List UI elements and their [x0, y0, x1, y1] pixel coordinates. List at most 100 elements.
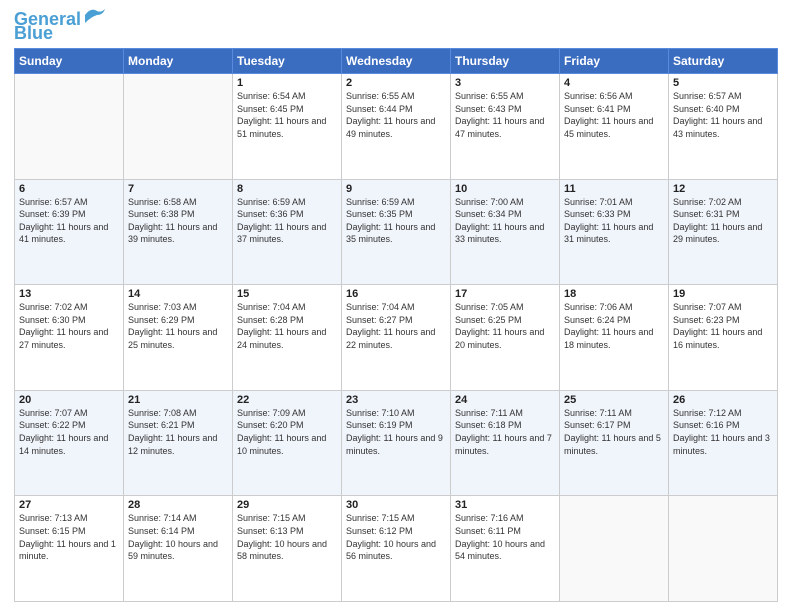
day-number: 12	[673, 183, 773, 195]
calendar-cell: 8Sunrise: 6:59 AM Sunset: 6:36 PM Daylig…	[233, 179, 342, 285]
calendar-cell	[15, 74, 124, 180]
logo-bird-icon	[83, 7, 105, 23]
header: General Blue	[14, 10, 778, 42]
day-info: Sunrise: 7:16 AM Sunset: 6:11 PM Dayligh…	[455, 512, 555, 562]
calendar-cell: 6Sunrise: 6:57 AM Sunset: 6:39 PM Daylig…	[15, 179, 124, 285]
calendar-cell: 5Sunrise: 6:57 AM Sunset: 6:40 PM Daylig…	[669, 74, 778, 180]
day-info: Sunrise: 7:04 AM Sunset: 6:28 PM Dayligh…	[237, 301, 337, 351]
day-number: 7	[128, 183, 228, 195]
day-info: Sunrise: 7:05 AM Sunset: 6:25 PM Dayligh…	[455, 301, 555, 351]
day-info: Sunrise: 7:15 AM Sunset: 6:13 PM Dayligh…	[237, 512, 337, 562]
calendar-header-wednesday: Wednesday	[342, 49, 451, 74]
logo-blue: Blue	[14, 24, 53, 42]
calendar-cell: 15Sunrise: 7:04 AM Sunset: 6:28 PM Dayli…	[233, 285, 342, 391]
calendar-cell: 25Sunrise: 7:11 AM Sunset: 6:17 PM Dayli…	[560, 390, 669, 496]
calendar-header-monday: Monday	[124, 49, 233, 74]
day-number: 21	[128, 394, 228, 406]
day-info: Sunrise: 7:00 AM Sunset: 6:34 PM Dayligh…	[455, 196, 555, 246]
calendar-cell: 14Sunrise: 7:03 AM Sunset: 6:29 PM Dayli…	[124, 285, 233, 391]
day-info: Sunrise: 7:10 AM Sunset: 6:19 PM Dayligh…	[346, 407, 446, 457]
day-number: 13	[19, 288, 119, 300]
logo: General Blue	[14, 10, 105, 42]
day-number: 15	[237, 288, 337, 300]
calendar-cell: 30Sunrise: 7:15 AM Sunset: 6:12 PM Dayli…	[342, 496, 451, 602]
day-info: Sunrise: 7:15 AM Sunset: 6:12 PM Dayligh…	[346, 512, 446, 562]
calendar-cell: 13Sunrise: 7:02 AM Sunset: 6:30 PM Dayli…	[15, 285, 124, 391]
day-number: 17	[455, 288, 555, 300]
calendar-cell: 20Sunrise: 7:07 AM Sunset: 6:22 PM Dayli…	[15, 390, 124, 496]
day-number: 28	[128, 499, 228, 511]
day-info: Sunrise: 7:11 AM Sunset: 6:17 PM Dayligh…	[564, 407, 664, 457]
page-container: General Blue SundayMondayTuesdayWednesda…	[0, 0, 792, 612]
day-number: 2	[346, 77, 446, 89]
calendar-week-1: 1Sunrise: 6:54 AM Sunset: 6:45 PM Daylig…	[15, 74, 778, 180]
calendar-cell: 27Sunrise: 7:13 AM Sunset: 6:15 PM Dayli…	[15, 496, 124, 602]
calendar-header-sunday: Sunday	[15, 49, 124, 74]
day-info: Sunrise: 7:02 AM Sunset: 6:31 PM Dayligh…	[673, 196, 773, 246]
calendar-cell: 7Sunrise: 6:58 AM Sunset: 6:38 PM Daylig…	[124, 179, 233, 285]
calendar-cell: 17Sunrise: 7:05 AM Sunset: 6:25 PM Dayli…	[451, 285, 560, 391]
day-info: Sunrise: 7:06 AM Sunset: 6:24 PM Dayligh…	[564, 301, 664, 351]
day-info: Sunrise: 7:03 AM Sunset: 6:29 PM Dayligh…	[128, 301, 228, 351]
day-info: Sunrise: 6:59 AM Sunset: 6:36 PM Dayligh…	[237, 196, 337, 246]
calendar-cell: 18Sunrise: 7:06 AM Sunset: 6:24 PM Dayli…	[560, 285, 669, 391]
day-number: 30	[346, 499, 446, 511]
day-number: 9	[346, 183, 446, 195]
day-info: Sunrise: 7:14 AM Sunset: 6:14 PM Dayligh…	[128, 512, 228, 562]
day-number: 6	[19, 183, 119, 195]
day-info: Sunrise: 6:59 AM Sunset: 6:35 PM Dayligh…	[346, 196, 446, 246]
day-number: 1	[237, 77, 337, 89]
day-number: 20	[19, 394, 119, 406]
day-info: Sunrise: 7:01 AM Sunset: 6:33 PM Dayligh…	[564, 196, 664, 246]
day-number: 5	[673, 77, 773, 89]
day-number: 31	[455, 499, 555, 511]
day-info: Sunrise: 6:54 AM Sunset: 6:45 PM Dayligh…	[237, 90, 337, 140]
calendar-cell	[560, 496, 669, 602]
day-number: 18	[564, 288, 664, 300]
day-info: Sunrise: 7:07 AM Sunset: 6:23 PM Dayligh…	[673, 301, 773, 351]
calendar-cell: 9Sunrise: 6:59 AM Sunset: 6:35 PM Daylig…	[342, 179, 451, 285]
calendar-cell: 3Sunrise: 6:55 AM Sunset: 6:43 PM Daylig…	[451, 74, 560, 180]
calendar-cell: 24Sunrise: 7:11 AM Sunset: 6:18 PM Dayli…	[451, 390, 560, 496]
day-number: 11	[564, 183, 664, 195]
calendar-cell: 2Sunrise: 6:55 AM Sunset: 6:44 PM Daylig…	[342, 74, 451, 180]
day-info: Sunrise: 7:12 AM Sunset: 6:16 PM Dayligh…	[673, 407, 773, 457]
day-info: Sunrise: 6:57 AM Sunset: 6:39 PM Dayligh…	[19, 196, 119, 246]
calendar-cell: 29Sunrise: 7:15 AM Sunset: 6:13 PM Dayli…	[233, 496, 342, 602]
day-number: 24	[455, 394, 555, 406]
calendar-cell: 12Sunrise: 7:02 AM Sunset: 6:31 PM Dayli…	[669, 179, 778, 285]
day-number: 26	[673, 394, 773, 406]
calendar-header-thursday: Thursday	[451, 49, 560, 74]
day-number: 14	[128, 288, 228, 300]
calendar-cell: 22Sunrise: 7:09 AM Sunset: 6:20 PM Dayli…	[233, 390, 342, 496]
calendar-cell: 21Sunrise: 7:08 AM Sunset: 6:21 PM Dayli…	[124, 390, 233, 496]
day-info: Sunrise: 7:09 AM Sunset: 6:20 PM Dayligh…	[237, 407, 337, 457]
calendar-cell	[669, 496, 778, 602]
day-number: 3	[455, 77, 555, 89]
calendar-cell: 23Sunrise: 7:10 AM Sunset: 6:19 PM Dayli…	[342, 390, 451, 496]
calendar-header-saturday: Saturday	[669, 49, 778, 74]
day-number: 10	[455, 183, 555, 195]
calendar-header-friday: Friday	[560, 49, 669, 74]
calendar-cell: 16Sunrise: 7:04 AM Sunset: 6:27 PM Dayli…	[342, 285, 451, 391]
calendar-cell: 19Sunrise: 7:07 AM Sunset: 6:23 PM Dayli…	[669, 285, 778, 391]
day-number: 23	[346, 394, 446, 406]
day-number: 29	[237, 499, 337, 511]
day-number: 8	[237, 183, 337, 195]
day-number: 25	[564, 394, 664, 406]
calendar-week-5: 27Sunrise: 7:13 AM Sunset: 6:15 PM Dayli…	[15, 496, 778, 602]
calendar-cell: 31Sunrise: 7:16 AM Sunset: 6:11 PM Dayli…	[451, 496, 560, 602]
day-number: 22	[237, 394, 337, 406]
day-number: 4	[564, 77, 664, 89]
day-info: Sunrise: 7:07 AM Sunset: 6:22 PM Dayligh…	[19, 407, 119, 457]
day-info: Sunrise: 7:11 AM Sunset: 6:18 PM Dayligh…	[455, 407, 555, 457]
day-info: Sunrise: 7:13 AM Sunset: 6:15 PM Dayligh…	[19, 512, 119, 562]
calendar-cell: 4Sunrise: 6:56 AM Sunset: 6:41 PM Daylig…	[560, 74, 669, 180]
day-info: Sunrise: 6:56 AM Sunset: 6:41 PM Dayligh…	[564, 90, 664, 140]
calendar-header-row: SundayMondayTuesdayWednesdayThursdayFrid…	[15, 49, 778, 74]
day-info: Sunrise: 6:55 AM Sunset: 6:43 PM Dayligh…	[455, 90, 555, 140]
calendar-week-3: 13Sunrise: 7:02 AM Sunset: 6:30 PM Dayli…	[15, 285, 778, 391]
day-info: Sunrise: 7:04 AM Sunset: 6:27 PM Dayligh…	[346, 301, 446, 351]
calendar-cell: 10Sunrise: 7:00 AM Sunset: 6:34 PM Dayli…	[451, 179, 560, 285]
day-info: Sunrise: 6:55 AM Sunset: 6:44 PM Dayligh…	[346, 90, 446, 140]
